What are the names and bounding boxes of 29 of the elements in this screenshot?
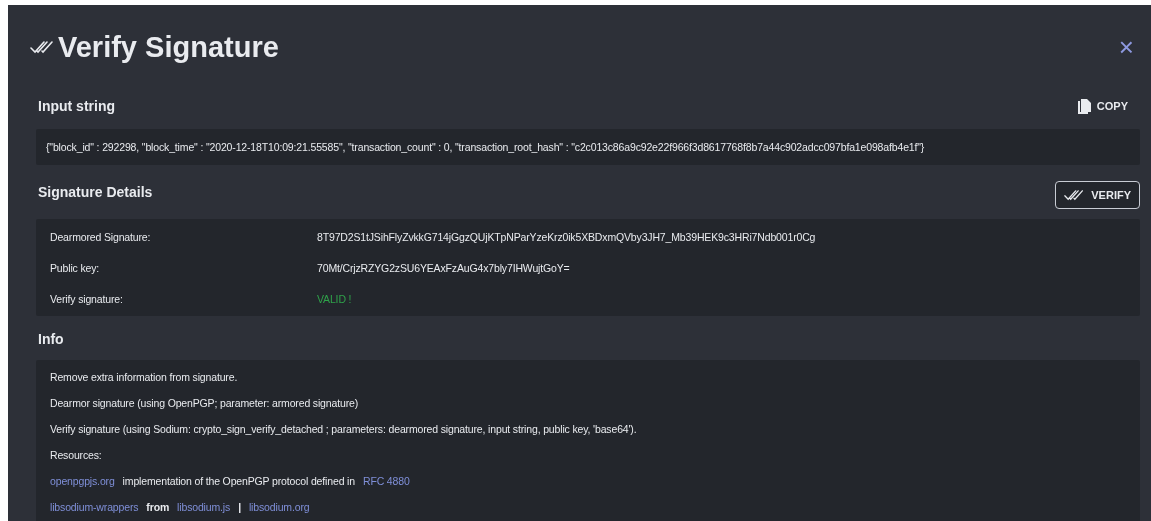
input-string-field: {"block_id" : 292298, "block_time" : "2020-12-18T10:09:21.55585", "transaction_count" : 0, "transaction_root_hash" : "c2c013c86a9c92e22f966f3d8617768f8b7a44c902adcc097bfa1e098afb4e1f"} [36, 129, 1140, 165]
field-value: 70Mt/CrjzRZYG2zSU6YEAxFzAuG4x7bly7IHWujtGoY= [317, 261, 571, 274]
field-label: Verify signature: [50, 292, 124, 305]
info-text: Dearmor signature (using OpenPGP; parameter: armored signature) [50, 397, 359, 409]
double-check-icon [1064, 189, 1085, 201]
info-text: Remove extra information from signature. [50, 371, 238, 383]
dialog-title: Verify Signature [58, 30, 279, 64]
info-text: Resources: [50, 449, 102, 461]
double-check-icon [30, 40, 54, 54]
resource-text: implementation of the OpenPGP protocol defined in [122, 475, 355, 487]
copy-icon [1077, 98, 1091, 114]
resource-link[interactable]: libsodium.js [177, 501, 231, 513]
section-heading: Info [38, 331, 64, 347]
section-heading: Signature Details [38, 184, 153, 200]
verify-button[interactable]: VERIFY [1055, 181, 1140, 209]
info-text: Verify signature (using Sodium: crypto_sign_verify_detached ; parameters: dearmored signature, input string, public key, 'base64'). [50, 423, 637, 435]
close-button[interactable]: × [1112, 31, 1140, 63]
resource-link[interactable]: libsodium.org [248, 501, 310, 513]
field-label: Public key: [50, 261, 101, 274]
field-value: 8T97D2S1tJSihFlyZvkkG714jGgzQUjKTpNParYzeKrz0ik5XBDxmQVby3JH7_Mb39HEK9c3HRi7Ndb001r0Cg [317, 230, 817, 243]
resource-text: | [238, 501, 241, 513]
resource-link[interactable]: openpgpjs.org [50, 475, 115, 487]
section-heading: Input string [38, 98, 115, 114]
field-label: Dearmored Signature: [50, 230, 152, 243]
resource-link[interactable]: RFC 4880 [362, 475, 410, 487]
resource-link[interactable]: libsodium-wrappers [50, 501, 139, 513]
resource-text: from [146, 501, 170, 513]
copy-button[interactable]: COPY [1077, 98, 1140, 114]
status-text: VALID ! [317, 292, 353, 305]
